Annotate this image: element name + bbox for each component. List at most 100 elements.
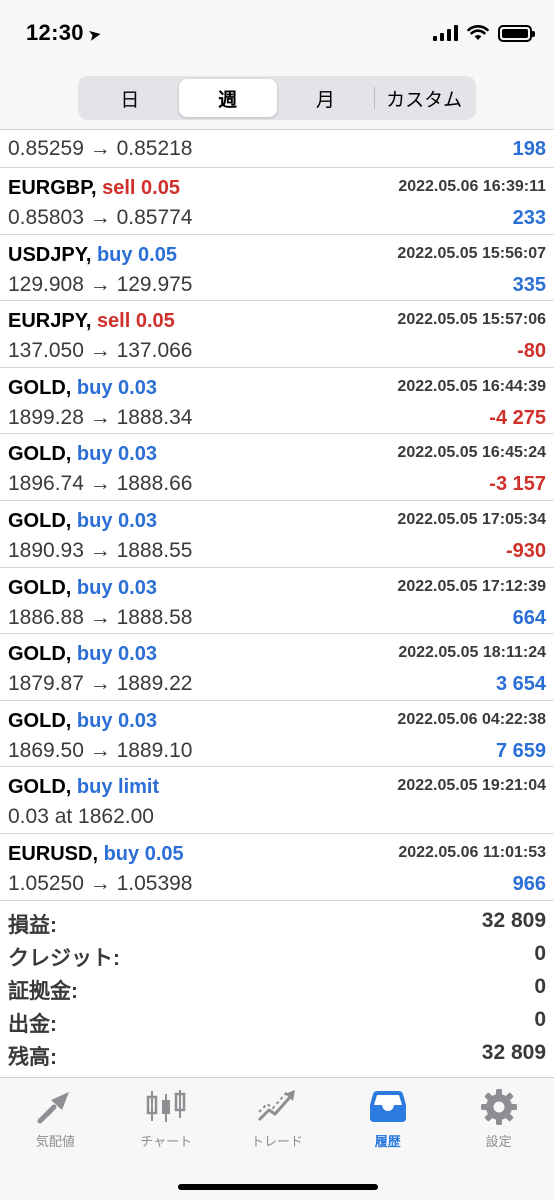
profit-value: -80 [517, 340, 546, 363]
trade-row[interactable]: GOLD, buy 0.03 2022.05.05 18:11:24 1879.87… [0, 634, 554, 701]
price-range: 1879.87 → 1889.22 [8, 672, 193, 696]
period-segment-bar: 日 週 月 カスタム [0, 70, 554, 130]
profit-value: 3 654 [495, 673, 546, 696]
trade-time: 2022.05.05 15:57:06 [397, 311, 546, 329]
summary-label: 証拠金: [8, 980, 78, 1003]
trade-row[interactable]: GOLD, buy 0.03 2022.05.05 17:12:39 1886.88… [0, 568, 554, 635]
trade-symbol: GOLD, buy 0.03 [8, 510, 157, 533]
cellular-signal-icon [433, 25, 458, 41]
price-range: 0.03 at 1862.00 [8, 805, 154, 829]
trade-time: 2022.05.05 17:05:34 [397, 510, 546, 528]
trade-time: 2022.05.05 15:56:07 [397, 244, 546, 262]
trade-row[interactable]: EURJPY, sell 0.05 2022.05.05 15:57:06 137.… [0, 301, 554, 368]
summary-label: 損益: [8, 914, 57, 937]
trade-side: sell 0.05 [102, 177, 180, 199]
symbol-name: EURGBP, [8, 177, 97, 199]
segment-day[interactable]: 日 [81, 79, 179, 117]
trade-symbol: EURUSD, buy 0.05 [8, 843, 184, 866]
trade-time: 2022.05.05 18:11:24 [398, 644, 546, 662]
price-range: 1899.28 → 1888.34 [8, 405, 193, 429]
tab-settings[interactable]: 設定 [443, 1078, 554, 1158]
symbol-name: GOLD, [8, 576, 72, 599]
price-range: 1869.50 → 1889.10 [8, 738, 193, 762]
tab-label: トレード [250, 1134, 303, 1149]
trade-symbol: GOLD, buy limit [8, 776, 159, 799]
profit-value: -930 [505, 539, 546, 562]
trade-row[interactable]: GOLD, buy limit 2022.05.05 19:21:04 0.03 a… [0, 767, 554, 834]
trade-row[interactable]: USDJPY, buy 0.05 2022.05.05 15:56:07 129.9… [0, 235, 554, 302]
tab-trade[interactable]: トレード [222, 1078, 333, 1158]
trade-row[interactable]: EURUSD, buy 0.05 2022.05.06 11:01:53 1.052… [0, 834, 554, 901]
profit-value: -4 275 [489, 406, 546, 429]
symbol-name: USDJPY, [8, 243, 92, 266]
price-range: 1896.74 → 1888.66 [8, 472, 193, 496]
trade-row[interactable]: GOLD, buy 0.03 2022.05.06 04:22:38 1869.50… [0, 701, 554, 768]
summary-profit: 損益: 32 809 [0, 906, 554, 939]
profit-value: 233 [512, 207, 546, 229]
summary-deposit: 証拠金: 0 [0, 972, 554, 1005]
price-range: 129.908 → 129.975 [8, 272, 193, 296]
trade-symbol: EURGBP, sell 0.05 [8, 177, 180, 200]
price-range: 0.85803 → 0.85774 [8, 206, 193, 229]
home-indicator[interactable] [178, 1184, 378, 1190]
history-row-partial[interactable]: 0.85259 → 0.85218 198 [0, 131, 554, 168]
tab-quotes[interactable]: 気配値 [0, 1078, 111, 1158]
summary-balance: 残高: 32 809 [0, 1038, 554, 1071]
symbol-name: GOLD, [8, 709, 72, 732]
tab-label: チャート [140, 1134, 193, 1149]
trade-symbol: GOLD, buy 0.03 [8, 443, 157, 466]
segment-custom[interactable]: カスタム [375, 79, 473, 117]
price-range: 0.85259 → 0.85218 [8, 137, 193, 160]
symbol-name: GOLD, [8, 776, 72, 799]
summary-label: 出金: [8, 1013, 57, 1036]
trade-side: buy limit [76, 776, 160, 799]
trade-symbol: GOLD, buy 0.03 [8, 377, 157, 400]
trade-side: buy 0.03 [76, 376, 157, 399]
trade-row[interactable]: EURGBP, sell 0.05 2022.05.06 16:39:11 0.85… [0, 168, 554, 235]
trade-side: buy 0.05 [103, 842, 184, 865]
wifi-icon [467, 25, 489, 40]
trade-row[interactable]: GOLD, buy 0.03 2022.05.05 17:05:34 1890.93… [0, 501, 554, 568]
summary-label: 残高: [8, 1046, 57, 1069]
trade-time: 2022.05.06 04:22:38 [397, 710, 546, 728]
history-icon [369, 1091, 406, 1122]
trade-icon [257, 1090, 295, 1122]
summary-withdrawal: 出金: 0 [0, 1005, 554, 1038]
profit-value: 7 659 [495, 739, 546, 762]
summary-value: 0 [534, 942, 546, 965]
tab-history[interactable]: 履歴 [332, 1078, 443, 1158]
trade-symbol: USDJPY, buy 0.05 [8, 244, 177, 267]
tab-bar: 気配値 チャート トレード 履歴 設定 [0, 1077, 554, 1200]
summary-value: 32 809 [481, 1041, 546, 1064]
status-icons [433, 22, 535, 44]
profit-value: 335 [512, 273, 546, 296]
settings-icon [480, 1089, 517, 1125]
price-range: 1890.93 → 1888.55 [8, 538, 193, 562]
status-time: 12:30 ➤ [26, 20, 103, 46]
summary-label: クレジット: [8, 947, 120, 970]
tab-label: 設定 [485, 1134, 512, 1149]
price-range: 1.05250 → 1.05398 [8, 871, 193, 895]
profit-value: 966 [512, 872, 546, 895]
summary-value: 0 [534, 975, 546, 998]
trade-symbol: GOLD, buy 0.03 [8, 710, 157, 733]
summary-credit: クレジット: 0 [0, 939, 554, 972]
chart-icon [146, 1090, 186, 1122]
tab-label: 履歴 [374, 1134, 401, 1149]
symbol-name: EURJPY, [8, 310, 92, 333]
trade-side: buy 0.03 [76, 576, 157, 599]
trade-time: 2022.05.05 19:21:04 [397, 777, 546, 795]
symbol-name: GOLD, [8, 376, 72, 399]
tab-chart[interactable]: チャート [111, 1078, 222, 1158]
symbol-name: GOLD, [8, 643, 72, 666]
segment-month[interactable]: 月 [277, 79, 375, 117]
symbol-name: GOLD, [8, 509, 72, 532]
summary-value: 0 [534, 1008, 546, 1031]
trade-time: 2022.05.06 16:39:11 [398, 178, 546, 195]
trade-row[interactable]: GOLD, buy 0.03 2022.05.05 16:44:39 1899.28… [0, 368, 554, 435]
trade-time: 2022.05.05 16:45:24 [397, 444, 546, 462]
price-range: 137.050 → 137.066 [8, 339, 193, 363]
period-segmented-control: 日 週 月 カスタム [78, 76, 476, 120]
segment-week[interactable]: 週 [178, 79, 277, 117]
trade-row[interactable]: GOLD, buy 0.03 2022.05.05 16:45:24 1896.74… [0, 434, 554, 501]
